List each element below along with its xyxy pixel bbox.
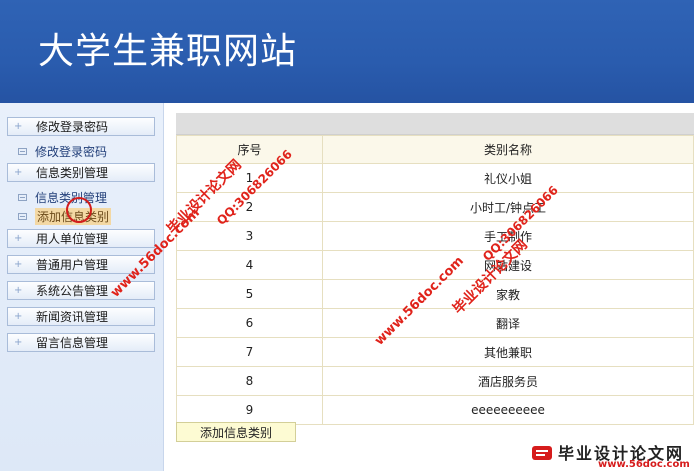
subitem-change-password[interactable]: 修改登录密码 <box>18 143 107 159</box>
plus-icon: + <box>14 167 23 178</box>
table-row: 9 eeeeeeeeee <box>176 395 694 425</box>
site-title: 大学生兼职网站 <box>38 31 298 72</box>
sidebar: + 修改登录密码 修改登录密码 + 信息类别管理 信息类别管理 添加信息类别 +… <box>0 103 164 471</box>
logo-icon <box>532 446 552 460</box>
cell-name: 酒店服务员 <box>322 366 694 396</box>
table-row: 7 其他兼职 <box>176 337 694 367</box>
sidebar-item-news-management[interactable]: + 新闻资讯管理 <box>7 307 155 326</box>
cell-id: 6 <box>176 308 323 338</box>
sidebar-item-employer-management[interactable]: + 用人单位管理 <box>7 229 155 248</box>
subitem-add-category[interactable]: 添加信息类别 <box>18 207 112 225</box>
sidebar-item-category-management[interactable]: + 信息类别管理 <box>7 163 155 182</box>
click-highlight-circle <box>66 197 92 223</box>
sidebar-item-label: 修改登录密码 <box>36 120 109 134</box>
subitem-label: 修改登录密码 <box>35 144 108 159</box>
sidebar-item-label: 新闻资讯管理 <box>36 310 109 324</box>
main-content: 序号 类别名称 1 礼仪小姐 2 小时工/钟点工 3 手工制作 4 网站建设 5 <box>176 113 694 425</box>
sidebar-item-change-password[interactable]: + 修改登录密码 <box>7 117 155 136</box>
cell-name: 小时工/钟点工 <box>322 192 694 222</box>
tree-node-icon <box>18 193 27 201</box>
sidebar-item-label: 普通用户管理 <box>36 258 109 272</box>
column-header-name: 类别名称 <box>322 135 694 164</box>
table-title-bar <box>176 113 694 135</box>
plus-icon: + <box>14 285 23 296</box>
column-header-id: 序号 <box>176 135 323 164</box>
cell-id: 8 <box>176 366 323 396</box>
sidebar-item-label: 用人单位管理 <box>36 232 109 246</box>
plus-icon: + <box>14 121 23 132</box>
cell-id: 4 <box>176 250 323 280</box>
table-row: 3 手工制作 <box>176 221 694 251</box>
plus-icon: + <box>14 259 23 270</box>
sidebar-item-message-management[interactable]: + 留言信息管理 <box>7 333 155 352</box>
footer-brand-url: www.56doc.com <box>598 459 690 470</box>
cell-id: 3 <box>176 221 323 251</box>
plus-icon: + <box>14 337 23 348</box>
sidebar-item-label: 系统公告管理 <box>36 284 109 298</box>
sidebar-item-label: 留言信息管理 <box>36 336 109 350</box>
table-row: 6 翻译 <box>176 308 694 338</box>
cell-name: 家教 <box>322 279 694 309</box>
table-row: 8 酒店服务员 <box>176 366 694 396</box>
add-category-button[interactable]: 添加信息类别 <box>176 422 296 442</box>
cell-name: 礼仪小姐 <box>322 163 694 193</box>
sidebar-item-label: 信息类别管理 <box>36 166 109 180</box>
cell-id: 5 <box>176 279 323 309</box>
cell-id: 7 <box>176 337 323 367</box>
tree-node-icon <box>18 212 27 220</box>
plus-icon: + <box>14 311 23 322</box>
cell-name: eeeeeeeeee <box>322 395 694 425</box>
cell-id: 9 <box>176 395 323 425</box>
table-header-row: 序号 类别名称 <box>176 135 694 164</box>
tree-node-icon <box>18 147 27 155</box>
plus-icon: + <box>14 233 23 244</box>
header-banner: 大学生兼职网站 <box>0 0 694 103</box>
subitem-category-management[interactable]: 信息类别管理 <box>18 189 107 205</box>
footer-watermark-logo: 毕业设计论文网 www.56doc.com <box>528 438 694 471</box>
